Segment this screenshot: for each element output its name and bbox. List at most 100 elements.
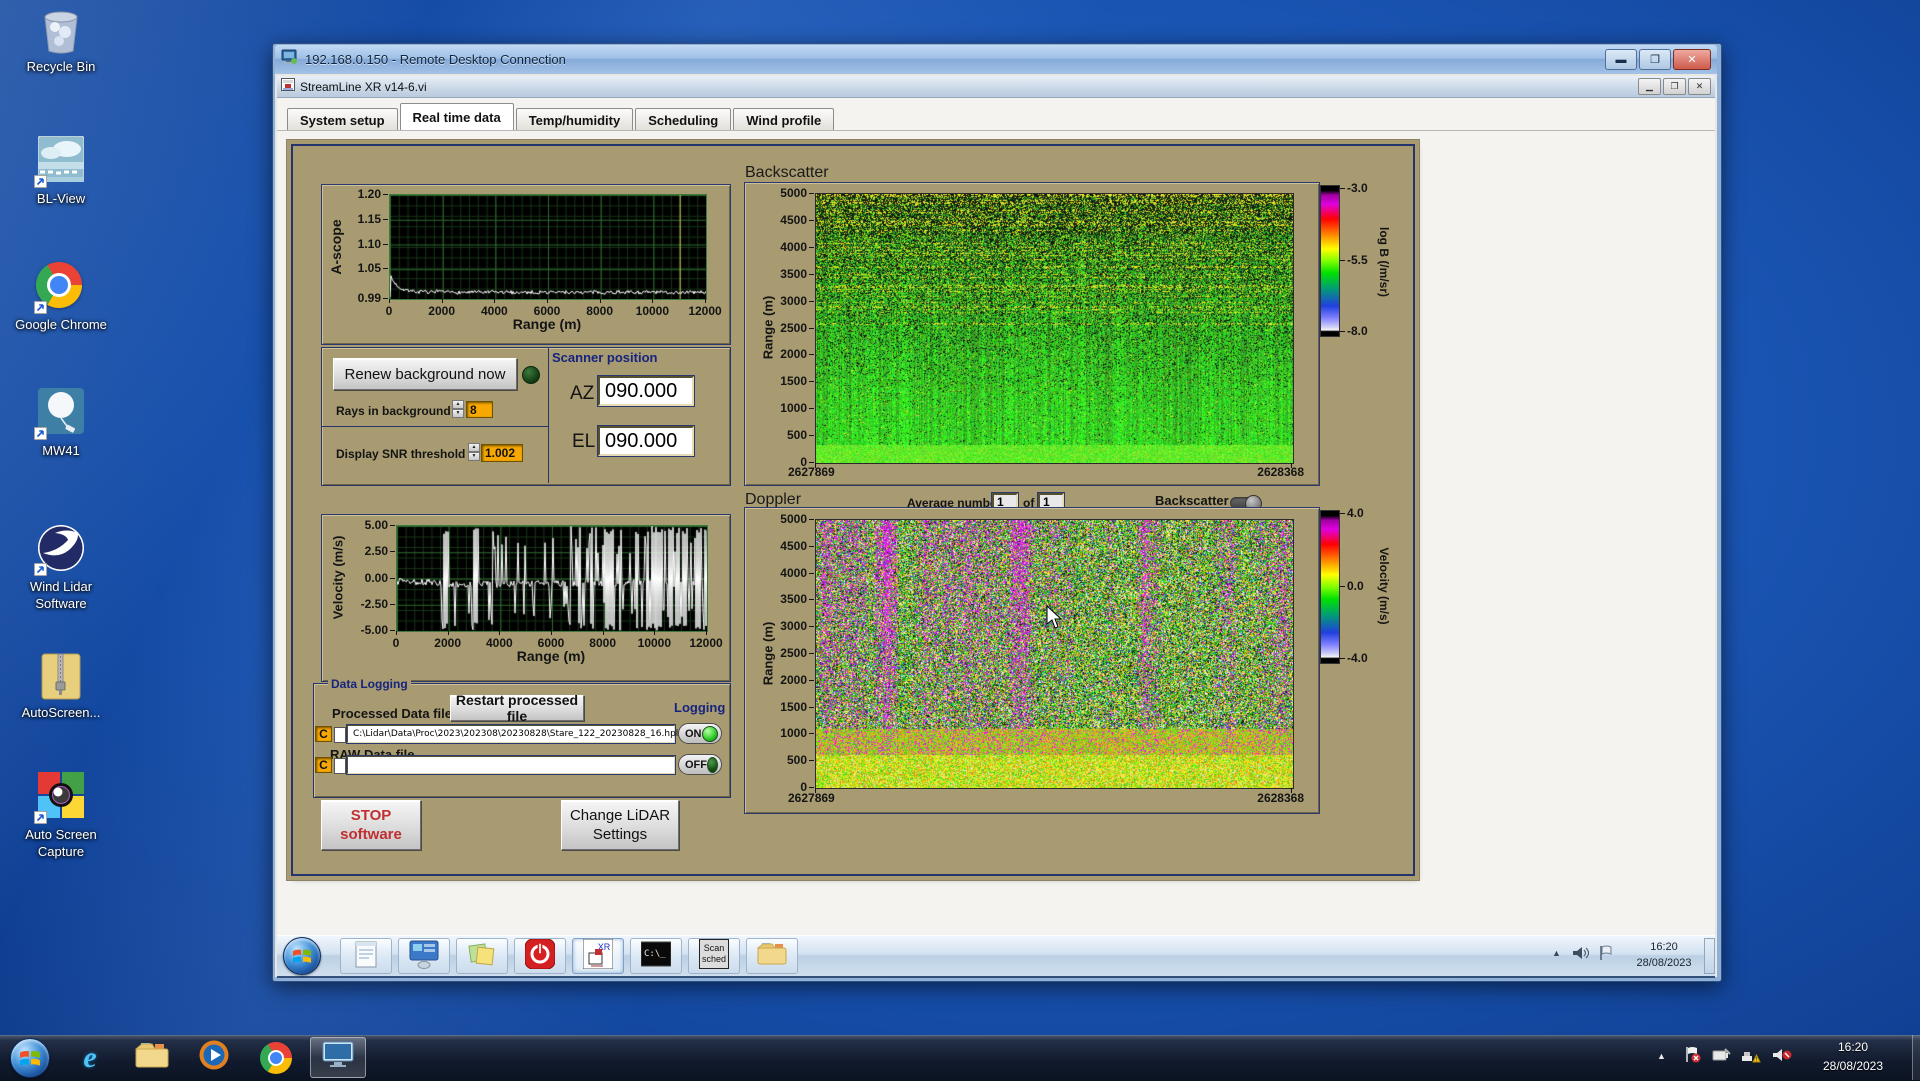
taskbar-button-google-chrome[interactable] bbox=[248, 1037, 304, 1078]
rays-spinner[interactable]: ▲ ▼ bbox=[452, 400, 464, 418]
host-network-warning-icon[interactable]: ! bbox=[1740, 1047, 1762, 1068]
rdp-maximize-button[interactable]: ❐ bbox=[1639, 49, 1671, 70]
taskbar-button-command-prompt[interactable]: C:\_ bbox=[630, 938, 682, 974]
app-titlebar[interactable]: StreamLine XR v14-6.vi ▁ ❐ ✕ bbox=[277, 76, 1715, 98]
host-clock[interactable]: 16:20 28/08/2023 bbox=[1806, 1038, 1900, 1076]
axis-tick-label: 1500 bbox=[780, 699, 807, 714]
app-close-button[interactable]: ✕ bbox=[1688, 78, 1711, 95]
tab-temp-humidity[interactable]: Temp/humidity bbox=[515, 108, 634, 131]
remote-start-button[interactable] bbox=[283, 937, 321, 975]
raw-logging-toggle[interactable]: OFF bbox=[678, 754, 722, 775]
desktop-icon-label: AutoScreen... bbox=[21, 705, 101, 720]
desktop-icon-wind-lidar-software[interactable]: Wind Lidar Software bbox=[6, 524, 116, 612]
auto-screen-capture-icon bbox=[34, 772, 86, 824]
power-button-icon bbox=[524, 938, 556, 974]
raw-drive-selector[interactable]: C bbox=[315, 757, 332, 773]
taskbar-button-notepad[interactable] bbox=[340, 938, 392, 974]
taskbar-button-internet-explorer[interactable]: e bbox=[62, 1037, 118, 1078]
axis-tick-mark bbox=[809, 435, 814, 437]
renew-background-button[interactable]: Renew background now bbox=[333, 358, 517, 390]
snr-value-field[interactable]: 1.002 bbox=[481, 444, 523, 462]
axis-tick-label: 0.00 bbox=[364, 570, 388, 585]
desktop-icon-recycle-bin[interactable]: Recycle Bin bbox=[6, 4, 116, 75]
taskbar-button-file-explorer[interactable] bbox=[746, 938, 798, 974]
processed-logging-toggle[interactable]: ON bbox=[678, 723, 722, 744]
axis-tick-label: 1.20 bbox=[357, 187, 381, 201]
rdp-close-button[interactable]: ✕ bbox=[1673, 49, 1711, 70]
desktop-icon-autoscreen-zip[interactable]: AutoScreen... bbox=[6, 650, 116, 721]
axis-tick-label: 4500 bbox=[780, 538, 807, 553]
rdp-titlebar[interactable]: 192.168.0.150 - Remote Desktop Connectio… bbox=[275, 45, 1717, 74]
azimuth-field[interactable]: 090.000 bbox=[598, 376, 694, 406]
axis-tick-mark bbox=[815, 788, 816, 793]
axis-tick-label: 4000 bbox=[780, 239, 807, 254]
rdp-minimize-button[interactable]: ▬ bbox=[1605, 49, 1637, 70]
remote-clock[interactable]: 16:20 28/08/2023 bbox=[1626, 939, 1702, 973]
taskbar-button-file-explorer[interactable] bbox=[124, 1037, 180, 1078]
doppler-colorbar-tick-mid: 0.0 bbox=[1347, 579, 1364, 593]
tab-real-time-data[interactable]: Real time data bbox=[399, 103, 514, 131]
remote-volume-icon[interactable] bbox=[1572, 945, 1590, 966]
host-battery-icon[interactable] bbox=[1712, 1047, 1732, 1068]
desktop-icon-bl-view[interactable]: BL-View bbox=[6, 135, 116, 207]
snr-spinner[interactable]: ▲ ▼ bbox=[468, 443, 480, 461]
remote-show-desktop-button[interactable] bbox=[1704, 938, 1715, 974]
taskbar-button-labview-xr[interactable]: XR bbox=[572, 938, 624, 974]
host-start-button[interactable] bbox=[10, 1038, 50, 1078]
doppler-colorbar-tick-max: 4.0 bbox=[1347, 506, 1364, 520]
axis-tick-label: 2000 bbox=[780, 347, 807, 362]
desktop-icon-google-chrome[interactable]: Google Chrome bbox=[6, 262, 116, 333]
backscatter-x-end-label: 2628368 bbox=[1257, 465, 1304, 479]
raw-path-field[interactable] bbox=[347, 756, 675, 774]
axis-tick-mark bbox=[809, 193, 814, 194]
processed-path-field[interactable]: C:\Lidar\Data\Proc\2023\202308\20230828\… bbox=[347, 725, 678, 743]
axis-tick-label: -2.50 bbox=[360, 596, 388, 611]
raw-browse-icon[interactable] bbox=[334, 758, 346, 774]
host-volume-muted-icon[interactable] bbox=[1772, 1047, 1794, 1068]
app-minimize-button[interactable]: ▁ bbox=[1638, 78, 1661, 95]
svg-text:Scan: Scan bbox=[704, 943, 725, 953]
velocity-plot-canvas bbox=[396, 525, 708, 632]
desktop-icon-mw41[interactable]: MW41 bbox=[6, 388, 116, 459]
tab-system-setup[interactable]: System setup bbox=[287, 108, 398, 131]
remote-tray-expand-icon[interactable]: ▲ bbox=[1552, 948, 1561, 958]
rays-value-field[interactable]: 8 bbox=[466, 401, 493, 418]
axis-tick-label: 0 bbox=[800, 780, 807, 794]
app-restore-button[interactable]: ❐ bbox=[1663, 78, 1686, 95]
axis-tick-label: 10000 bbox=[635, 304, 670, 318]
host-tray-expand-icon[interactable]: ▲ bbox=[1657, 1051, 1666, 1061]
host-show-desktop-button[interactable] bbox=[1912, 1035, 1920, 1080]
taskbar-button-display-settings[interactable] bbox=[398, 938, 450, 974]
axis-tick-label: 0 bbox=[385, 304, 393, 318]
mw41-icon bbox=[34, 388, 86, 440]
desktop-icon-auto-screen-capture[interactable]: Auto Screen Capture bbox=[6, 772, 116, 860]
axis-tick-mark bbox=[383, 194, 388, 195]
recycle-bin-icon bbox=[36, 4, 86, 56]
snr-threshold-label: Display SNR threshold bbox=[336, 447, 466, 461]
processed-drive-selector[interactable]: C bbox=[315, 726, 332, 742]
host-action-center-flag-icon[interactable] bbox=[1684, 1046, 1702, 1069]
taskbar-button-sticky-notes[interactable] bbox=[456, 938, 508, 974]
stop-software-button[interactable]: STOP software bbox=[321, 800, 421, 850]
axis-tick-label: 3000 bbox=[780, 619, 807, 634]
restart-processed-file-button[interactable]: Restart processed file bbox=[450, 692, 584, 724]
axis-tick-mark bbox=[809, 273, 814, 275]
axis-tick-mark bbox=[383, 268, 388, 270]
taskbar-button-power-button[interactable] bbox=[514, 938, 566, 974]
taskbar-button-scan-scheduler[interactable]: Scan sched bbox=[688, 938, 740, 974]
axis-tick-mark bbox=[809, 653, 814, 654]
taskbar-button-media-player[interactable] bbox=[186, 1037, 242, 1078]
taskbar-button-remote-desktop[interactable] bbox=[310, 1037, 366, 1078]
tab-wind-profile[interactable]: Wind profile bbox=[733, 108, 835, 131]
axis-tick-mark bbox=[1291, 463, 1292, 468]
remote-action-center-flag-icon[interactable] bbox=[1598, 945, 1614, 966]
tab-scheduling[interactable]: Scheduling bbox=[635, 108, 732, 131]
change-lidar-settings-button[interactable]: Change LiDAR Settings bbox=[561, 800, 679, 850]
axis-tick-mark bbox=[809, 599, 814, 601]
processed-browse-icon[interactable] bbox=[334, 727, 346, 743]
axis-tick-label: 8000 bbox=[589, 636, 616, 650]
elevation-field[interactable]: 090.000 bbox=[598, 426, 694, 456]
axis-tick-label: 10000 bbox=[637, 636, 672, 650]
desktop-icon-label: Google Chrome bbox=[15, 317, 107, 332]
axis-tick-label: 8000 bbox=[586, 304, 613, 318]
